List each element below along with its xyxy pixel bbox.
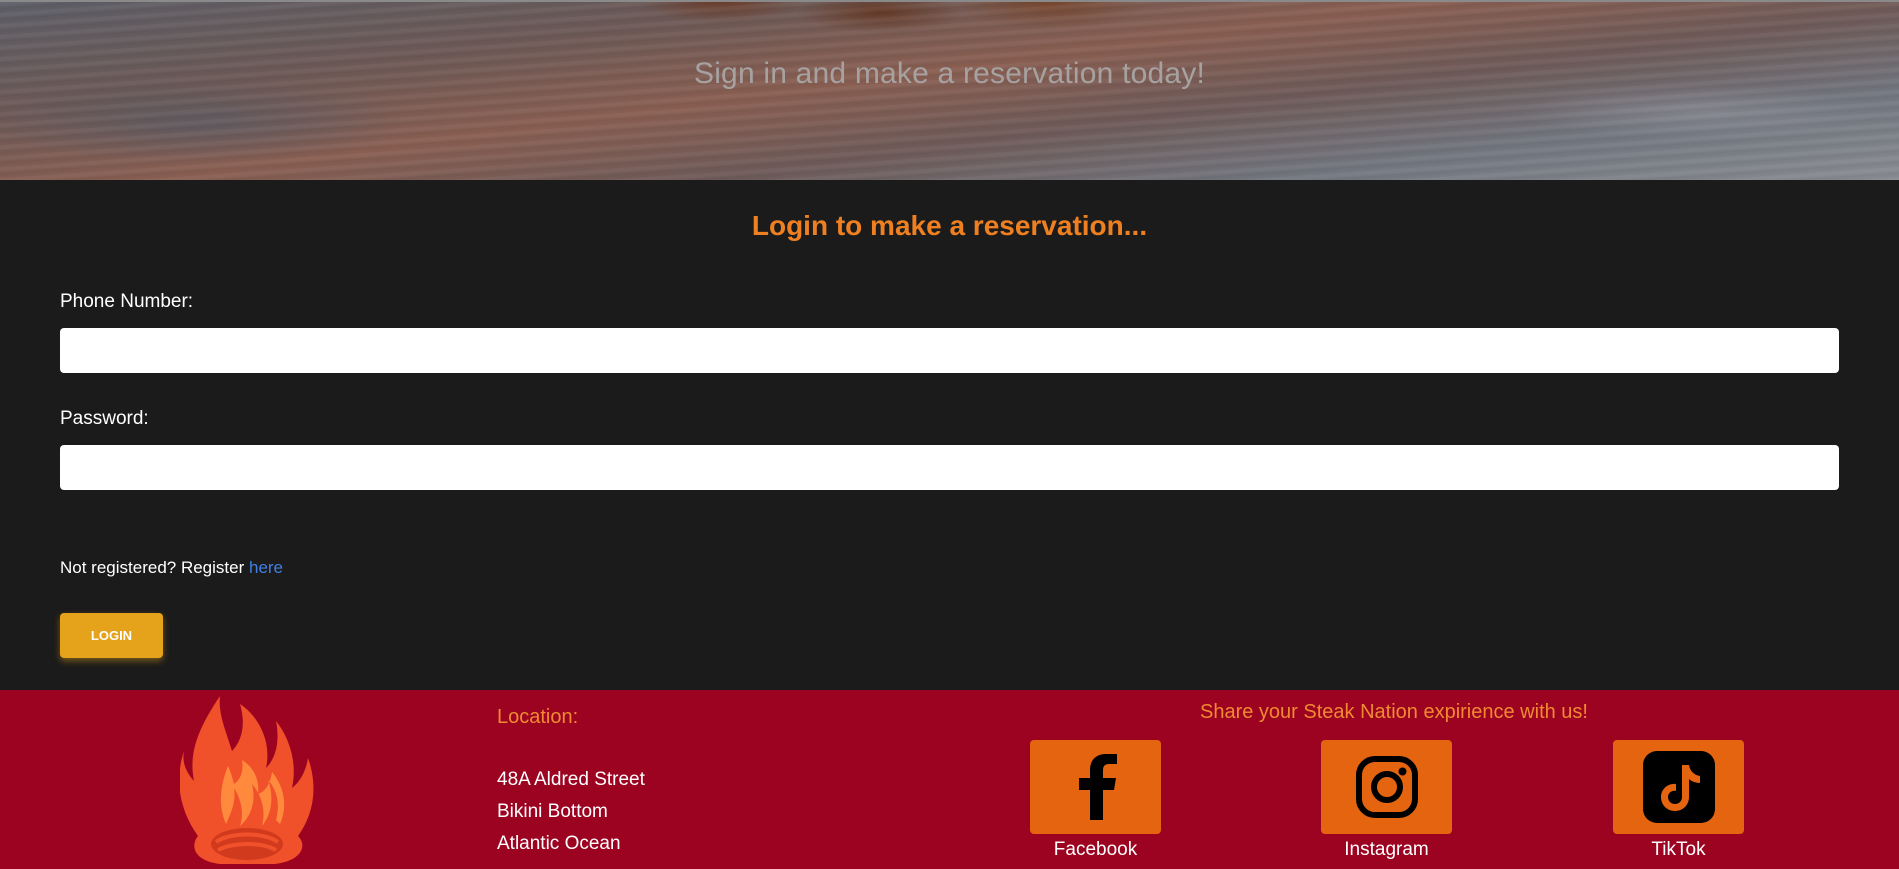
- phone-number-input[interactable]: [60, 328, 1839, 373]
- address-line-2: Bikini Bottom: [497, 801, 608, 822]
- login-title: Login to make a reservation...: [751, 210, 1148, 241]
- address-line-3: Atlantic Ocean: [497, 833, 621, 854]
- phone-number-label: Phone Number:: [60, 291, 194, 312]
- register-link[interactable]: here: [249, 558, 283, 577]
- tiktok-icon: [1642, 751, 1715, 823]
- address-line-1: 48A Aldred Street: [497, 769, 645, 790]
- register-prompt: Not registered? Register here: [60, 558, 283, 578]
- facebook-icon: [1078, 754, 1117, 820]
- tiktok-button[interactable]: [1613, 740, 1744, 834]
- password-label: Password:: [60, 408, 149, 429]
- password-input[interactable]: [60, 445, 1839, 490]
- register-prompt-text: Not registered? Register: [60, 558, 249, 577]
- footer: Location: 48A Aldred Street Bikini Botto…: [0, 690, 1899, 869]
- instagram-button[interactable]: [1321, 740, 1452, 834]
- share-title: Share your Steak Nation expirience with …: [1200, 701, 1588, 723]
- instagram-label[interactable]: Instagram: [1321, 839, 1452, 861]
- hero-banner: Sign in and make a reservation today!: [0, 0, 1899, 180]
- hero-tagline: Sign in and make a reservation today!: [693, 57, 1206, 90]
- instagram-icon: [1355, 756, 1418, 818]
- facebook-button[interactable]: [1030, 740, 1161, 834]
- flame-logo-icon: [180, 696, 314, 864]
- login-button[interactable]: LOGIN: [60, 613, 163, 658]
- location-title: Location:: [497, 706, 579, 728]
- login-section: Login to make a reservation... Phone Num…: [0, 180, 1899, 690]
- facebook-label[interactable]: Facebook: [1030, 839, 1161, 861]
- tiktok-label[interactable]: TikTok: [1613, 839, 1744, 861]
